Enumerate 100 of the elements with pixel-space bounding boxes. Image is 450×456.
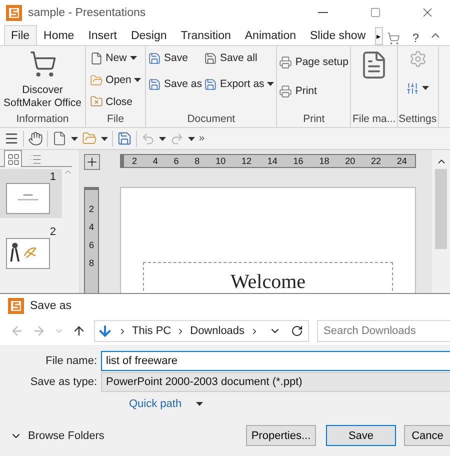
ribbon-tab[interactable]: Slide show [303,25,373,45]
ribbon-button[interactable]: Page setup [278,48,350,76]
ruler-number: 18 [319,156,330,166]
ribbon-button[interactable]: Open [88,70,142,90]
ruler-number: 14 [267,156,278,166]
document-icon [90,52,103,65]
ribbon-tab[interactable]: Insert [81,25,124,45]
ruler-number: 12 [241,156,252,166]
crosshair-icon [85,155,99,169]
field-label: File name: [44,355,97,367]
dialog-title: Save as [30,300,72,312]
slide-item[interactable]: 1 [0,169,62,218]
sliders-icon [406,82,420,94]
ribbon-button[interactable]: Close [88,91,142,112]
ruler-number: 22 [371,156,382,166]
dialog-button[interactable]: Save [326,425,396,446]
ruler-number: 6 [88,240,94,250]
ruler-number: 2 [132,156,137,166]
search-field[interactable]: Search Downloads [316,320,450,342]
up-button[interactable] [72,324,86,338]
folder-close-icon [90,95,103,108]
ruler-number: 20 [345,156,356,166]
ruler-number: 10 [216,156,226,166]
browse-folders-button[interactable]: Browse Folders [10,430,104,442]
caret-icon [188,136,195,140]
slide-item[interactable]: 2 [0,224,62,273]
group-label: Print [303,112,325,127]
cart-icon[interactable] [387,32,400,45]
dialog-button[interactable]: Properties... [246,425,316,446]
save-as-icon [148,78,161,90]
document-icon[interactable] [52,131,67,146]
group-label: Document [187,112,236,127]
grid-icon [6,152,20,166]
slide-number: 1 [50,171,56,183]
address-bar[interactable]: This PC Downloads [94,320,309,342]
ribbon-tab[interactable]: Home [36,25,82,45]
group-label: File [107,112,124,127]
ruler-number: 8 [88,258,94,268]
tab-scroll-button[interactable]: ▸ [374,27,383,45]
file-name-field[interactable]: list of freeware [101,351,450,371]
ribbon-button[interactable]: Save all [202,48,276,68]
folder-icon [90,74,103,86]
ruler-number: 4 [88,222,94,232]
gear-icon [408,50,427,68]
caret-icon [196,402,203,406]
scrollbar-thumb[interactable] [435,169,447,249]
caret-icon [159,136,166,140]
save-all-icon [204,52,217,64]
ribbon-tab[interactable]: Design [124,25,174,45]
file-type-select[interactable]: PowerPoint 2000-2003 document (*.ppt) [101,372,450,392]
save-icon [148,52,161,64]
ruler-number: 24 [396,156,407,166]
breadcrumb-item[interactable]: Downloads [190,325,245,337]
ruler-number: 8 [194,156,200,166]
hand-icon[interactable] [28,131,43,146]
slides-view-tab[interactable] [4,150,22,167]
downloads-icon [97,323,113,339]
ribbon-tab[interactable]: Animation [238,25,304,45]
help-button[interactable]: ? [412,31,419,45]
ribbon-tab[interactable]: Transition [174,25,238,45]
caret-icon [422,86,430,90]
export-icon [204,78,217,90]
cart-icon [28,50,58,78]
slide-thumbnail[interactable] [6,238,50,269]
save-icon[interactable] [117,131,132,146]
app-logo [8,298,24,314]
toolbar-overflow[interactable]: » [199,133,205,144]
ruler-number: 16 [293,156,304,166]
group-label: Settings [398,112,437,127]
ribbon-button[interactable]: Export as [202,74,276,94]
quick-path-link[interactable]: Quick path [129,398,182,410]
chevron-icon [118,326,127,336]
breadcrumb-item[interactable]: This PC [132,325,172,337]
ribbon-button[interactable]: Save as [147,74,203,94]
discover-button[interactable]: Discover SoftMaker Office [2,48,84,112]
group-label: File ma... [352,112,396,127]
ribbon-button[interactable]: Print [278,77,350,105]
dialog-button[interactable]: Cance [404,425,450,446]
group-label: Information [16,112,69,127]
window-title: sample - Presentations [28,6,147,18]
tab-stop-button[interactable] [84,154,100,170]
caret-icon [71,136,78,140]
slide-title: Welcome [230,271,306,293]
slide-number: 2 [50,226,56,238]
field-label: Save as type: [29,376,97,388]
printer-icon [279,56,292,68]
ruler-number: 6 [174,156,179,166]
maximize-icon [370,7,380,18]
ruler-number: 2 [88,204,94,214]
ribbon-tab[interactable]: File [4,25,37,45]
ruler-number: 4 [152,156,158,166]
minimize-icon [318,12,328,13]
menu-icon[interactable] [4,131,19,146]
ribbon-button[interactable]: Save [147,48,203,68]
printer-icon [279,84,292,98]
app-logo [6,4,22,20]
ribbon-button[interactable]: New [88,48,142,69]
slide-thumbnail[interactable] [6,183,50,214]
caret-icon [101,136,108,140]
refresh-icon[interactable] [290,325,303,337]
